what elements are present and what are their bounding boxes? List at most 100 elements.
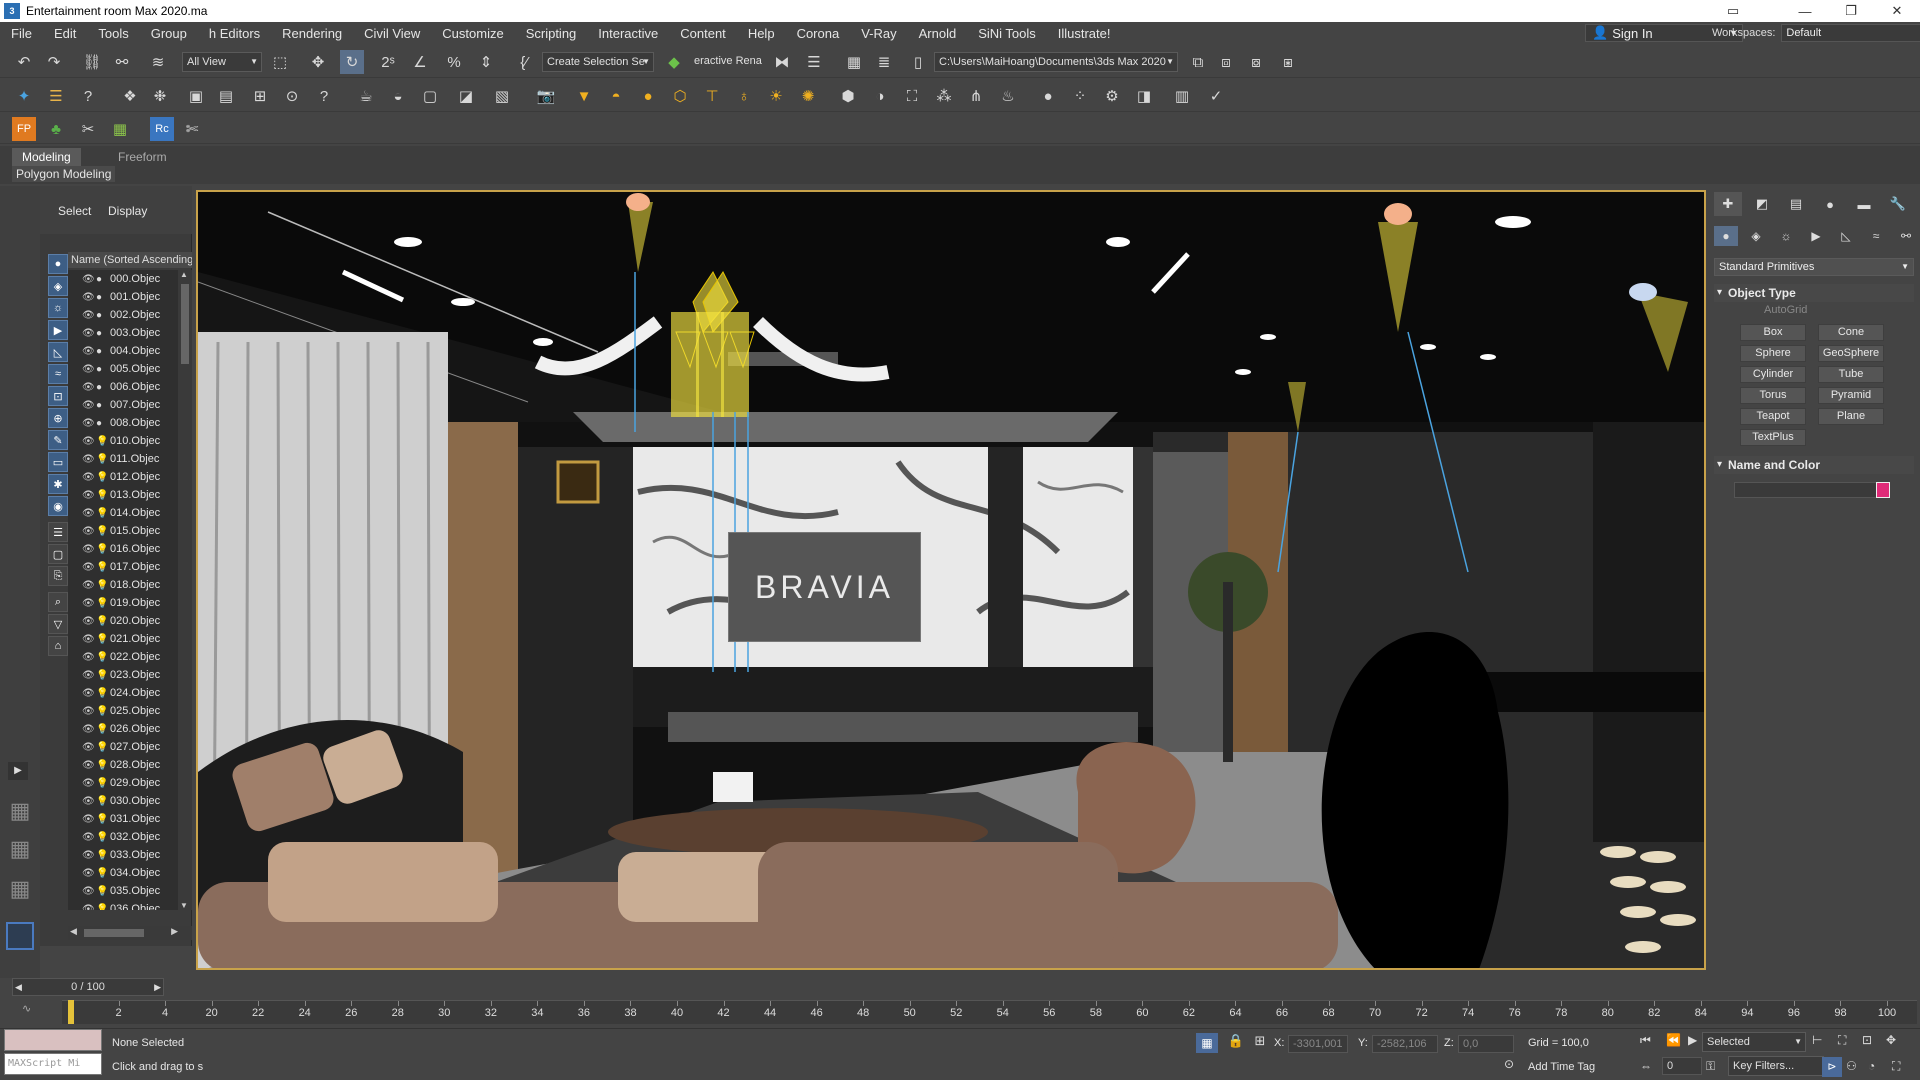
lights-icon[interactable]: ☼ xyxy=(1774,226,1798,246)
display-invert-icon[interactable]: ⎘ xyxy=(48,566,68,586)
polygon-modeling-panel[interactable]: Polygon Modeling xyxy=(12,166,116,182)
name-color-rollout[interactable]: Name and Color xyxy=(1714,456,1914,474)
sphere-light-icon[interactable]: ● xyxy=(636,84,660,108)
forest-pack-icon[interactable]: FP xyxy=(12,117,36,141)
list-item[interactable]: 👁 💡 027.Objec xyxy=(68,738,178,756)
teapot-icon[interactable]: ☕ xyxy=(354,84,378,108)
visibility-eye-icon[interactable]: 👁 xyxy=(82,742,96,753)
display-lights-icon[interactable]: ☼ xyxy=(48,298,68,318)
visibility-eye-icon[interactable]: 👁 xyxy=(82,778,96,789)
list-item[interactable]: 👁 💡 016.Objec xyxy=(68,540,178,558)
key-filter-icon[interactable]: ⛶ xyxy=(1838,1033,1846,1048)
visibility-eye-icon[interactable]: 👁 xyxy=(82,868,96,879)
menu-file[interactable]: File xyxy=(0,26,43,41)
list-item[interactable]: 👁 💡 015.Objec xyxy=(68,522,178,540)
object-type-title[interactable]: Object Type xyxy=(1714,284,1914,302)
pyramid-button[interactable]: Pyramid xyxy=(1818,387,1884,404)
visibility-eye-icon[interactable]: 👁 xyxy=(82,760,96,771)
layout-icon[interactable]: ▦ xyxy=(6,798,34,826)
list-item[interactable]: 👁 💡 034.Objec xyxy=(68,864,178,882)
time-config-icon[interactable]: ⇔ xyxy=(1640,1059,1652,1073)
track-bar[interactable]: 2 4 20 22 24 26 28 30 32 34 36 38 40 42 44 46 48 50 52 54 56… xyxy=(62,1000,1917,1024)
list-item[interactable]: 👁 ● 006.Objec xyxy=(68,378,178,396)
rendered-frame-window-icon[interactable]: ⧈ xyxy=(1214,50,1238,74)
display-shapes-icon[interactable]: ◈ xyxy=(48,276,68,296)
plane-button[interactable]: Plane xyxy=(1818,408,1884,425)
textplus-button[interactable]: TextPlus xyxy=(1740,429,1806,446)
absolute-mode-icon[interactable]: ⊞ xyxy=(1250,1033,1270,1053)
y-coordinate-field[interactable]: -2582,106 xyxy=(1372,1035,1438,1053)
scene-explorer-icon[interactable]: ▦ xyxy=(842,50,866,74)
menu-customize[interactable]: Customize xyxy=(431,26,514,41)
list-item[interactable]: 👁 💡 025.Objec xyxy=(68,702,178,720)
list-item[interactable]: 👁 💡 032.Objec xyxy=(68,828,178,846)
visibility-eye-icon[interactable]: 👁 xyxy=(82,724,96,735)
visibility-eye-icon[interactable]: 👁 xyxy=(82,796,96,807)
scatter-icon[interactable]: ⁂ xyxy=(932,84,956,108)
maxscript-input[interactable]: MAXScript Mi xyxy=(4,1053,102,1075)
visibility-eye-icon[interactable]: 👁 xyxy=(82,616,96,627)
list-item[interactable]: 👁 💡 010.Objec xyxy=(68,432,178,450)
minimize-button[interactable]: — xyxy=(1782,0,1828,22)
walk-icon[interactable]: ⚇ xyxy=(1846,1059,1857,1073)
cone-button[interactable]: Cone xyxy=(1818,324,1884,341)
helpers-icon[interactable]: ◺ xyxy=(1834,226,1858,246)
visibility-eye-icon[interactable]: 👁 xyxy=(82,364,96,375)
toggle-key-icon[interactable]: ✥ xyxy=(1886,1033,1896,1047)
menu-illustrate[interactable]: Illustrate! xyxy=(1047,26,1122,41)
scroll-up-icon[interactable]: ▲ xyxy=(180,270,188,279)
layout-icon-2[interactable]: ▦ xyxy=(6,836,34,864)
add-time-tag[interactable]: Add Time Tag xyxy=(1528,1061,1595,1073)
display-containers-icon[interactable]: ▭ xyxy=(48,452,68,472)
tab-display[interactable]: Display xyxy=(108,204,147,218)
camera-icon[interactable]: 📷 xyxy=(534,84,558,108)
list-item[interactable]: 👁 💡 017.Objec xyxy=(68,558,178,576)
scroll-down-icon[interactable]: ▼ xyxy=(180,901,188,910)
list-item[interactable]: 👁 💡 023.Objec xyxy=(68,666,178,684)
list-item[interactable]: 👁 ● 002.Objec xyxy=(68,306,178,324)
bind-space-warp-icon[interactable]: ≋ xyxy=(146,50,170,74)
visibility-eye-icon[interactable]: 👁 xyxy=(82,688,96,699)
menu-sini-tools[interactable]: SiNi Tools xyxy=(967,26,1047,41)
play-icon[interactable]: ▶ xyxy=(1688,1033,1697,1047)
visibility-eye-icon[interactable]: 👁 xyxy=(82,292,96,303)
visibility-eye-icon[interactable]: 👁 xyxy=(82,832,96,843)
distribute-icon[interactable]: ⛶ xyxy=(900,84,924,108)
ribbon-toggle-icon[interactable]: ▯ xyxy=(906,50,930,74)
unlink-icon[interactable]: ⚯ xyxy=(110,50,134,74)
scroll-left-icon[interactable]: ◀ xyxy=(70,926,77,937)
menu-vray[interactable]: V-Ray xyxy=(850,26,907,41)
vray-sky-icon[interactable]: ◒ xyxy=(386,84,410,108)
display-all-icon[interactable]: ☰ xyxy=(48,522,68,542)
ambient-light-icon[interactable]: ✺ xyxy=(796,84,820,108)
folder-icon[interactable]: ⌂ xyxy=(48,636,68,656)
menu-graph-editors[interactable]: h Editors xyxy=(198,26,271,41)
visibility-eye-icon[interactable]: 👁 xyxy=(82,508,96,519)
menu-scripting[interactable]: Scripting xyxy=(515,26,588,41)
menu-group[interactable]: Group xyxy=(140,26,198,41)
layout-icon-3[interactable]: ▦ xyxy=(6,876,34,904)
horizontal-scrollbar[interactable]: ◀ ▶ xyxy=(68,926,192,940)
teapot-button[interactable]: Teapot xyxy=(1740,408,1806,425)
render-setup-icon[interactable]: ⧉ xyxy=(1186,50,1210,74)
list-item[interactable]: 👁 💡 028.Objec xyxy=(68,756,178,774)
display-tab-icon[interactable]: ▬ xyxy=(1850,192,1878,216)
current-frame-field[interactable]: 0 xyxy=(1662,1057,1702,1075)
tab-modeling[interactable]: Modeling xyxy=(12,148,81,166)
list-item[interactable]: 👁 💡 029.Objec xyxy=(68,774,178,792)
list-item[interactable]: 👁 💡 026.Objec xyxy=(68,720,178,738)
selection-filter-dropdown[interactable]: All View ▼ xyxy=(182,52,262,72)
visibility-eye-icon[interactable]: 👁 xyxy=(82,310,96,321)
display-frozen-icon[interactable]: ✱ xyxy=(48,474,68,494)
geometry-icon[interactable]: ⬢ xyxy=(836,84,860,108)
prev-frame-icon[interactable]: ◀ xyxy=(15,979,22,995)
object-list[interactable]: 👁 ● 000.Objec 👁 ● 001.Objec 👁 ● 002.Objec 👁 ● 003.O… xyxy=(68,270,178,910)
time-tag-icon[interactable]: ⊙ xyxy=(1504,1057,1520,1075)
settings-icon[interactable]: ⚙ xyxy=(1100,84,1124,108)
list-item[interactable]: 👁 💡 013.Objec xyxy=(68,486,178,504)
visibility-eye-icon[interactable]: 👁 xyxy=(82,472,96,483)
filter-icon[interactable]: ▽ xyxy=(48,614,68,634)
next-frame-icon[interactable]: ▶ xyxy=(154,979,161,995)
railclone-tools-icon[interactable]: ✄ xyxy=(180,117,204,141)
lock-selection-icon[interactable]: 🔒 xyxy=(1226,1033,1246,1053)
